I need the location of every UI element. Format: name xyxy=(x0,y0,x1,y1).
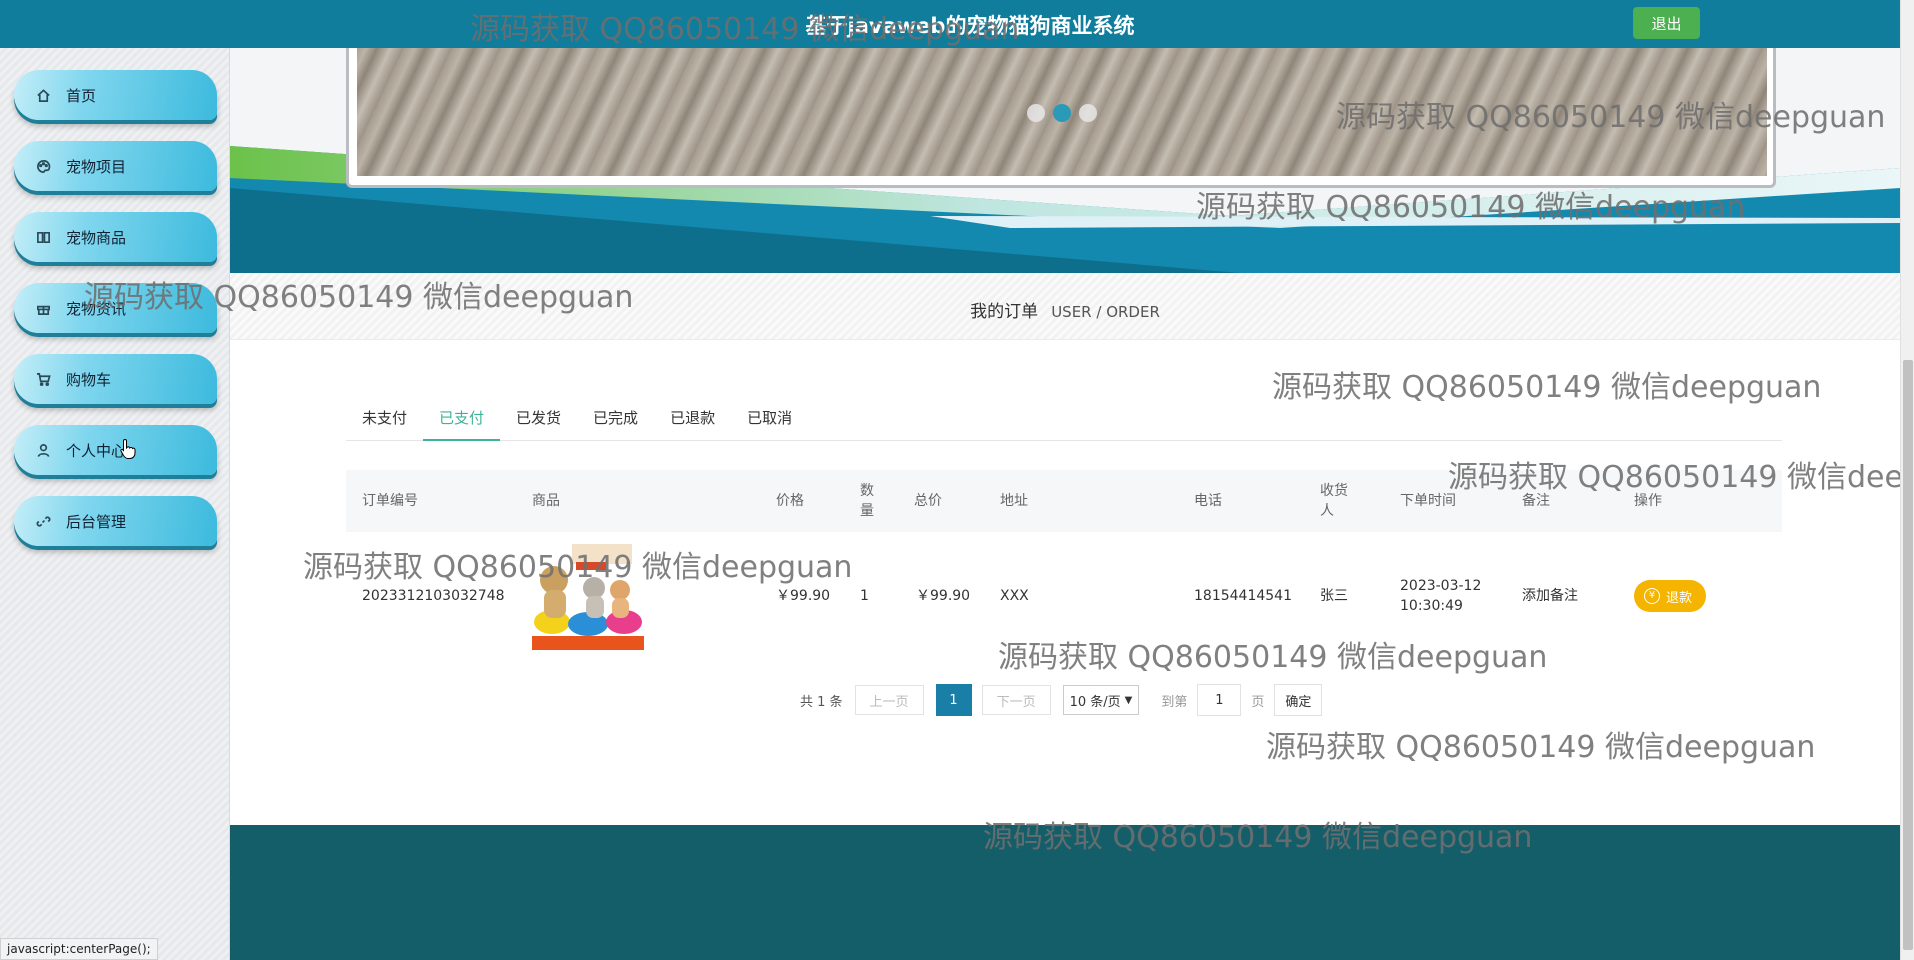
sidebar-item-admin[interactable]: 后台管理 xyxy=(14,496,217,546)
cart-icon xyxy=(34,370,52,388)
sidebar: 首页 宠物项目 宠物商品 宠物资讯 购物车 个人中心 后台管理 xyxy=(0,48,230,960)
site-title: 基于javaweb的宠物猫狗商业系统 xyxy=(805,14,1135,38)
table-header: 订单编号 商品 价格 数量 总价 地址 电话 收货人 下单时间 备注 操作 xyxy=(346,470,1782,532)
sidebar-item-label: 首页 xyxy=(66,86,97,105)
carousel-dot[interactable] xyxy=(1079,104,1097,122)
cell-total: ￥99.90 xyxy=(916,588,971,604)
table-row: 2023312103032748 ￥99.90 1 ￥99.90 XXX 181… xyxy=(346,540,1782,652)
col-product: 商品 xyxy=(532,493,560,509)
user-icon xyxy=(34,441,52,459)
cell-order-no: 2023312103032748 xyxy=(362,588,505,604)
banner-image xyxy=(357,48,1767,176)
pager-goto-input[interactable] xyxy=(1197,684,1242,716)
carousel-dots xyxy=(357,104,1767,122)
browser-status-bar: javascript:centerPage(); xyxy=(0,938,158,960)
cell-order-time: 2023-03-12 10:30:49 xyxy=(1400,578,1482,614)
col-order-time: 下单时间 xyxy=(1400,493,1456,509)
sidebar-item-label: 宠物资讯 xyxy=(66,299,127,318)
col-address: 地址 xyxy=(1000,493,1028,509)
tab-paid[interactable]: 已支付 xyxy=(423,393,501,441)
cell-phone: 18154414541 xyxy=(1194,588,1292,604)
cell-product[interactable] xyxy=(532,540,644,652)
pager-next-button[interactable]: 下一页 xyxy=(981,685,1051,715)
add-remark-link[interactable]: 添加备注 xyxy=(1522,540,1578,652)
pager-total: 共 1 条 xyxy=(800,694,843,710)
section-subtitle: USER / ORDER xyxy=(1051,303,1160,321)
sidebar-item-label: 购物车 xyxy=(66,370,112,389)
cell-price: ￥99.90 xyxy=(776,588,831,604)
tab-cancelled[interactable]: 已取消 xyxy=(731,393,808,441)
sidebar-item-cart[interactable]: 购物车 xyxy=(14,354,217,404)
col-order-no: 订单编号 xyxy=(362,493,418,509)
col-action: 操作 xyxy=(1634,493,1662,509)
link-icon xyxy=(34,512,52,530)
sidebar-item-pet-news[interactable]: 宠物资讯 xyxy=(14,283,217,333)
sidebar-item-home[interactable]: 首页 xyxy=(14,70,217,120)
page-scrollbar[interactable] xyxy=(1900,0,1914,960)
col-price: 价格 xyxy=(776,493,804,509)
cell-qty: 1 xyxy=(860,588,869,604)
col-remark: 备注 xyxy=(1522,493,1550,509)
book-icon xyxy=(34,228,52,246)
sidebar-item-label: 宠物商品 xyxy=(66,228,127,247)
cell-action: ¥ 退款 xyxy=(1634,540,1707,652)
pager-confirm-button[interactable]: 确定 xyxy=(1274,684,1323,716)
chevron-down-icon: ▼ xyxy=(1124,694,1133,706)
home-icon xyxy=(34,86,52,104)
pager-current-page[interactable]: 1 xyxy=(935,684,972,716)
scrollbar-thumb[interactable] xyxy=(1903,360,1913,950)
banner-frame xyxy=(346,48,1776,188)
page-size-value: 10 条/页 xyxy=(1069,694,1121,710)
sidebar-item-pet-projects[interactable]: 宠物项目 xyxy=(14,141,217,191)
sidebar-item-label: 个人中心 xyxy=(66,441,127,460)
hero-banner xyxy=(230,48,1900,273)
tab-unpaid[interactable]: 未支付 xyxy=(346,393,423,441)
carousel-dot-active[interactable] xyxy=(1053,104,1071,122)
pager-goto-prefix: 到第 xyxy=(1161,694,1188,710)
pager-goto-suffix: 页 xyxy=(1251,694,1265,710)
page-size-select[interactable]: 10 条/页 ▼ xyxy=(1062,685,1140,715)
footer xyxy=(230,825,1900,960)
section-title: 我的订单 xyxy=(970,302,1039,322)
pet-bowls-image xyxy=(532,540,644,652)
palette-icon xyxy=(34,157,52,175)
logout-button[interactable]: 退出 xyxy=(1633,7,1700,39)
tab-refunded[interactable]: 已退款 xyxy=(654,393,731,441)
col-qty: 数量 xyxy=(860,483,874,519)
section-heading: 我的订单 USER / ORDER xyxy=(230,273,1900,340)
sidebar-item-pet-products[interactable]: 宠物商品 xyxy=(14,212,217,262)
sidebar-item-personal-center[interactable]: 个人中心 xyxy=(14,425,217,475)
refund-label: 退款 xyxy=(1666,590,1693,606)
watermark-text: 源码获取 QQ86050149 微信deepguan xyxy=(1266,730,1816,765)
pager-prev-button[interactable]: 上一页 xyxy=(854,685,924,715)
refund-button[interactable]: ¥ 退款 xyxy=(1634,580,1707,612)
cell-address: XXX xyxy=(1000,588,1029,604)
sidebar-item-label: 宠物项目 xyxy=(66,157,127,176)
yen-coin-icon: ¥ xyxy=(1644,588,1660,604)
carousel-dot[interactable] xyxy=(1027,104,1045,122)
order-status-tabs: 未支付 已支付 已发货 已完成 已退款 已取消 xyxy=(346,393,1782,441)
hand-cursor-icon xyxy=(120,438,136,459)
product-thumbnail[interactable] xyxy=(532,540,644,652)
tab-shipped[interactable]: 已发货 xyxy=(500,393,577,441)
col-receiver: 收货人 xyxy=(1320,483,1348,519)
cell-receiver: 张三 xyxy=(1320,588,1348,604)
col-total: 总价 xyxy=(914,493,942,509)
col-phone: 电话 xyxy=(1194,493,1222,509)
pagination: 共 1 条 上一页 1 下一页 10 条/页 ▼ 到第 页 确定 xyxy=(800,684,1323,716)
sidebar-item-label: 后台管理 xyxy=(66,512,127,531)
tab-completed[interactable]: 已完成 xyxy=(577,393,654,441)
gift-icon xyxy=(34,299,52,317)
top-bar: 基于javaweb的宠物猫狗商业系统 退出 xyxy=(0,0,1900,48)
